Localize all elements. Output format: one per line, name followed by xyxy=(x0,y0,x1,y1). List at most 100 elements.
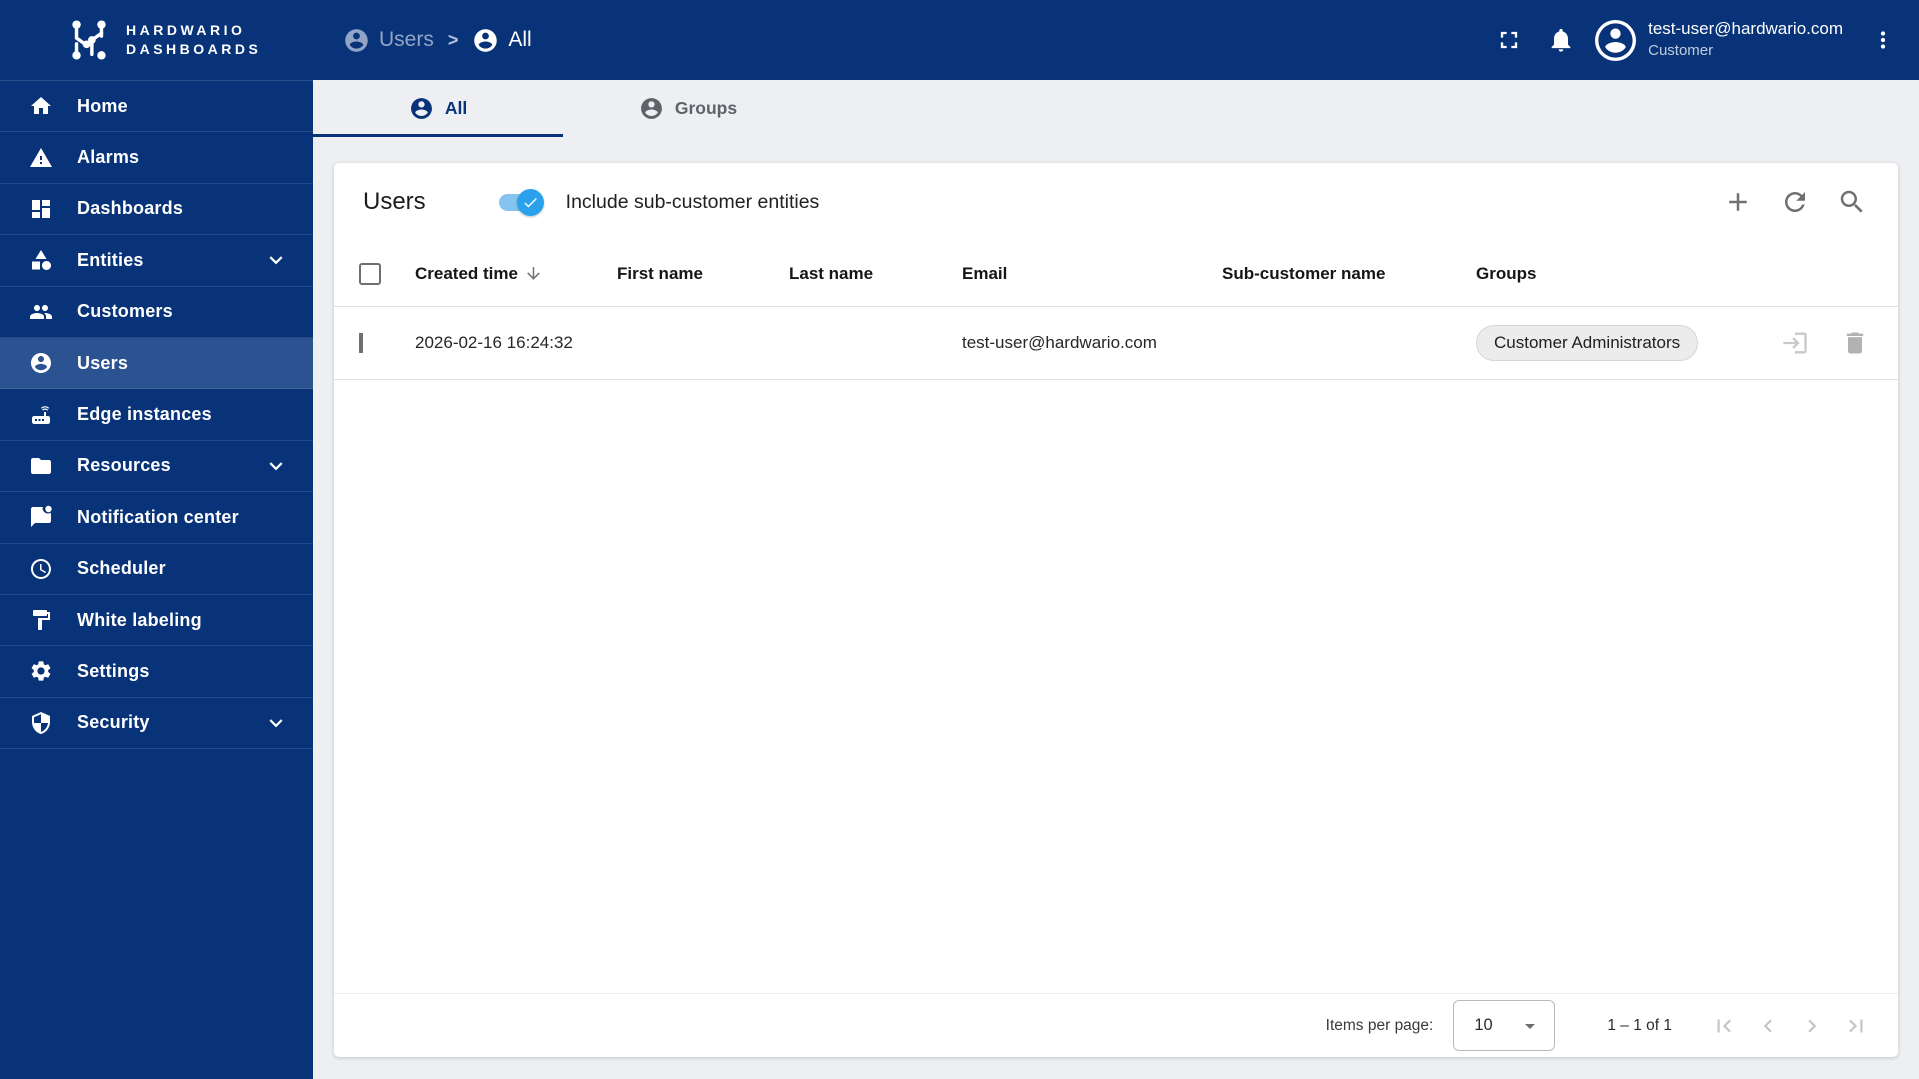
sidebar-item-resources[interactable]: Resources xyxy=(0,441,313,493)
dashboards-icon xyxy=(29,197,53,221)
login-icon xyxy=(1781,329,1809,357)
cell-created-time: 2026-02-16 16:24:32 xyxy=(415,333,573,352)
refresh-icon xyxy=(1780,187,1810,217)
sidebar-item-dashboards[interactable]: Dashboards xyxy=(0,184,313,236)
next-page-button[interactable] xyxy=(1790,1004,1834,1048)
sidebar-item-settings[interactable]: Settings xyxy=(0,646,313,698)
sidebar-item-alarms[interactable]: Alarms xyxy=(0,132,313,184)
users-card: Users Include sub-customer entities Crea… xyxy=(334,163,1898,1057)
chevron-down-icon xyxy=(263,247,289,273)
select-all-cell xyxy=(334,262,415,285)
last-page-icon xyxy=(1843,1013,1869,1039)
page-size-select[interactable]: 10 xyxy=(1453,1000,1556,1051)
check-icon xyxy=(522,194,539,211)
kebab-menu-icon xyxy=(1870,27,1896,53)
sidebar-item-scheduler[interactable]: Scheduler xyxy=(0,544,313,595)
group-chip[interactable]: Customer Administrators xyxy=(1476,325,1699,361)
fullscreen-icon xyxy=(1495,26,1523,54)
router-icon xyxy=(29,403,53,427)
column-header-created-time[interactable]: Created time xyxy=(415,264,617,284)
column-header-last-name[interactable]: Last name xyxy=(789,264,962,284)
table-header-row: Created time First name Last name Email … xyxy=(334,241,1898,307)
sort-desc-arrow-icon[interactable] xyxy=(524,264,543,283)
column-header-sub-customer-name[interactable]: Sub-customer name xyxy=(1222,264,1476,284)
row-checkbox[interactable] xyxy=(359,333,363,353)
main-content: All Groups Users Include sub-customer en… xyxy=(313,80,1919,1079)
select-all-checkbox[interactable] xyxy=(359,262,381,285)
delete-user-button[interactable] xyxy=(1834,322,1876,364)
page-size-value: 10 xyxy=(1474,1016,1493,1034)
brand-logo[interactable]: HARDWARIO DASHBOARDS xyxy=(66,17,299,63)
paint-icon xyxy=(29,608,53,632)
sidebar-item-users[interactable]: Users xyxy=(0,337,313,390)
include-sub-customer-toggle[interactable]: Include sub-customer entities xyxy=(498,188,820,216)
tab-bar: All Groups xyxy=(313,80,1919,137)
sidebar-item-white-labeling[interactable]: White labeling xyxy=(0,595,313,647)
bell-icon xyxy=(1547,26,1575,54)
table-body: 2026-02-16 16:24:32 test-user@hardwario.… xyxy=(334,307,1898,380)
search-icon xyxy=(1837,187,1867,217)
login-as-user-button[interactable] xyxy=(1774,322,1816,364)
add-user-button[interactable] xyxy=(1709,178,1766,226)
account-icon xyxy=(639,96,664,121)
first-page-icon xyxy=(1711,1013,1737,1039)
card-header: Users Include sub-customer entities xyxy=(334,163,1898,241)
breadcrumb: Users > All xyxy=(343,27,532,54)
brand-name: HARDWARIO DASHBOARDS xyxy=(126,22,262,57)
more-menu-button[interactable] xyxy=(1857,14,1909,66)
tab-all[interactable]: All xyxy=(313,80,563,137)
notifications-button[interactable] xyxy=(1535,14,1587,66)
tab-groups[interactable]: Groups xyxy=(563,80,813,137)
page-range-label: 1 – 1 of 1 xyxy=(1607,1016,1672,1034)
table-row[interactable]: 2026-02-16 16:24:32 test-user@hardwario.… xyxy=(334,307,1898,380)
table-empty-space xyxy=(334,380,1898,993)
avatar[interactable] xyxy=(1595,19,1637,61)
sidebar-item-customers[interactable]: Customers xyxy=(0,287,313,338)
person-icon xyxy=(1595,20,1636,61)
column-header-email[interactable]: Email xyxy=(962,264,1222,284)
breadcrumb-item-users[interactable]: Users xyxy=(343,27,434,54)
account-icon xyxy=(409,96,434,121)
sidebar-item-home[interactable]: Home xyxy=(0,81,313,133)
chat-dot-icon xyxy=(29,505,53,529)
toggle-label: Include sub-customer entities xyxy=(565,190,820,213)
column-header-groups[interactable]: Groups xyxy=(1476,264,1748,284)
account-icon xyxy=(29,351,53,375)
account-info: test-user@hardwario.com Customer xyxy=(1648,18,1843,61)
sidebar-item-notification-center[interactable]: Notification center xyxy=(0,492,313,544)
shield-icon xyxy=(29,711,53,735)
chevron-left-icon xyxy=(1755,1013,1781,1039)
warning-icon xyxy=(29,146,53,170)
card-toolbar xyxy=(1709,178,1880,226)
items-per-page-label: Items per page: xyxy=(1325,1016,1434,1034)
account-icon xyxy=(343,27,370,54)
chevron-right-icon xyxy=(1799,1013,1825,1039)
people-icon xyxy=(29,300,53,324)
column-header-first-name[interactable]: First name xyxy=(617,264,789,284)
chevron-down-icon xyxy=(263,453,289,479)
cell-email: test-user@hardwario.com xyxy=(962,333,1157,352)
account-email: test-user@hardwario.com xyxy=(1648,19,1843,39)
sidebar: Home Alarms Dashboards Entities Customer… xyxy=(0,80,313,1079)
previous-page-button[interactable] xyxy=(1746,1004,1790,1048)
chevron-down-icon xyxy=(263,710,289,736)
breadcrumb-separator: > xyxy=(447,29,459,50)
cell-groups: Customer Administrators xyxy=(1476,325,1748,361)
toggle-track[interactable] xyxy=(498,188,544,216)
search-button[interactable] xyxy=(1823,178,1880,226)
account-role: Customer xyxy=(1648,42,1714,60)
folder-icon xyxy=(29,454,53,478)
topbar-actions: test-user@hardwario.com Customer xyxy=(1483,14,1909,66)
last-page-button[interactable] xyxy=(1834,1004,1878,1048)
sidebar-item-edge-instances[interactable]: Edge instances xyxy=(0,389,313,441)
breadcrumb-item-all[interactable]: All xyxy=(472,27,532,54)
refresh-button[interactable] xyxy=(1766,178,1823,226)
toggle-thumb xyxy=(516,188,544,216)
sidebar-item-entities[interactable]: Entities xyxy=(0,235,313,287)
fullscreen-button[interactable] xyxy=(1483,14,1535,66)
top-bar: HARDWARIO DASHBOARDS Users > All test-use… xyxy=(0,0,1919,80)
trash-icon xyxy=(1841,329,1869,357)
sidebar-item-security[interactable]: Security xyxy=(0,698,313,750)
first-page-button[interactable] xyxy=(1702,1004,1746,1048)
clock-icon xyxy=(29,557,53,581)
